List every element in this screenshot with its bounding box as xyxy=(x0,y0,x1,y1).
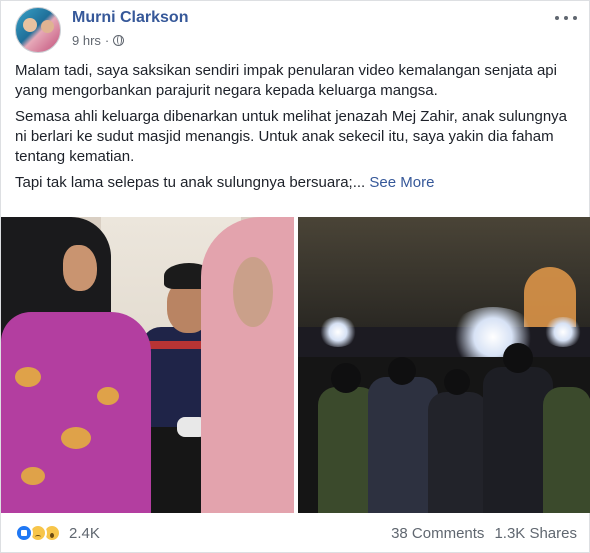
photo-grid xyxy=(1,217,590,513)
reactions-summary[interactable]: 2.4K xyxy=(15,524,100,542)
reaction-count: 2.4K xyxy=(69,524,100,542)
more-options-icon[interactable] xyxy=(555,11,577,25)
comments-count-link[interactable]: 38 Comments xyxy=(391,525,484,542)
author-name[interactable]: Murni Clarkson xyxy=(72,9,188,27)
meta-separator: · xyxy=(104,33,110,48)
engagement-stats: 38 Comments 1.3K Shares xyxy=(391,525,577,542)
post-meta: 9 hrs · xyxy=(72,33,125,48)
photo-mosque-crowd[interactable] xyxy=(298,217,590,513)
post-paragraph-2: Semasa ahli keluarga dibenarkan untuk me… xyxy=(15,108,568,165)
post-text: Malam tadi, saya saksikan sendiri impak … xyxy=(15,61,575,199)
post-paragraph-3: Tapi tak lama selepas tu anak sulungnya … xyxy=(15,173,575,193)
photo-boy-crying[interactable] xyxy=(1,217,294,513)
post-timestamp[interactable]: 9 hrs xyxy=(72,33,101,48)
post-paragraph-1: Malam tadi, saya saksikan sendiri impak … xyxy=(15,62,557,99)
post-paragraph-3-text: Tapi tak lama selepas tu anak sulungnya … xyxy=(15,174,366,191)
shares-count-link[interactable]: 1.3K Shares xyxy=(494,525,577,542)
avatar[interactable] xyxy=(15,7,61,53)
like-icon xyxy=(15,524,33,542)
post-footer: 2.4K 38 Comments 1.3K Shares xyxy=(15,518,577,548)
globe-icon[interactable] xyxy=(113,35,125,46)
post-header: Murni Clarkson 9 hrs · xyxy=(15,7,577,53)
post-card: Murni Clarkson 9 hrs · Malam tadi, saya … xyxy=(0,0,590,553)
see-more-link[interactable]: See More xyxy=(369,174,434,191)
